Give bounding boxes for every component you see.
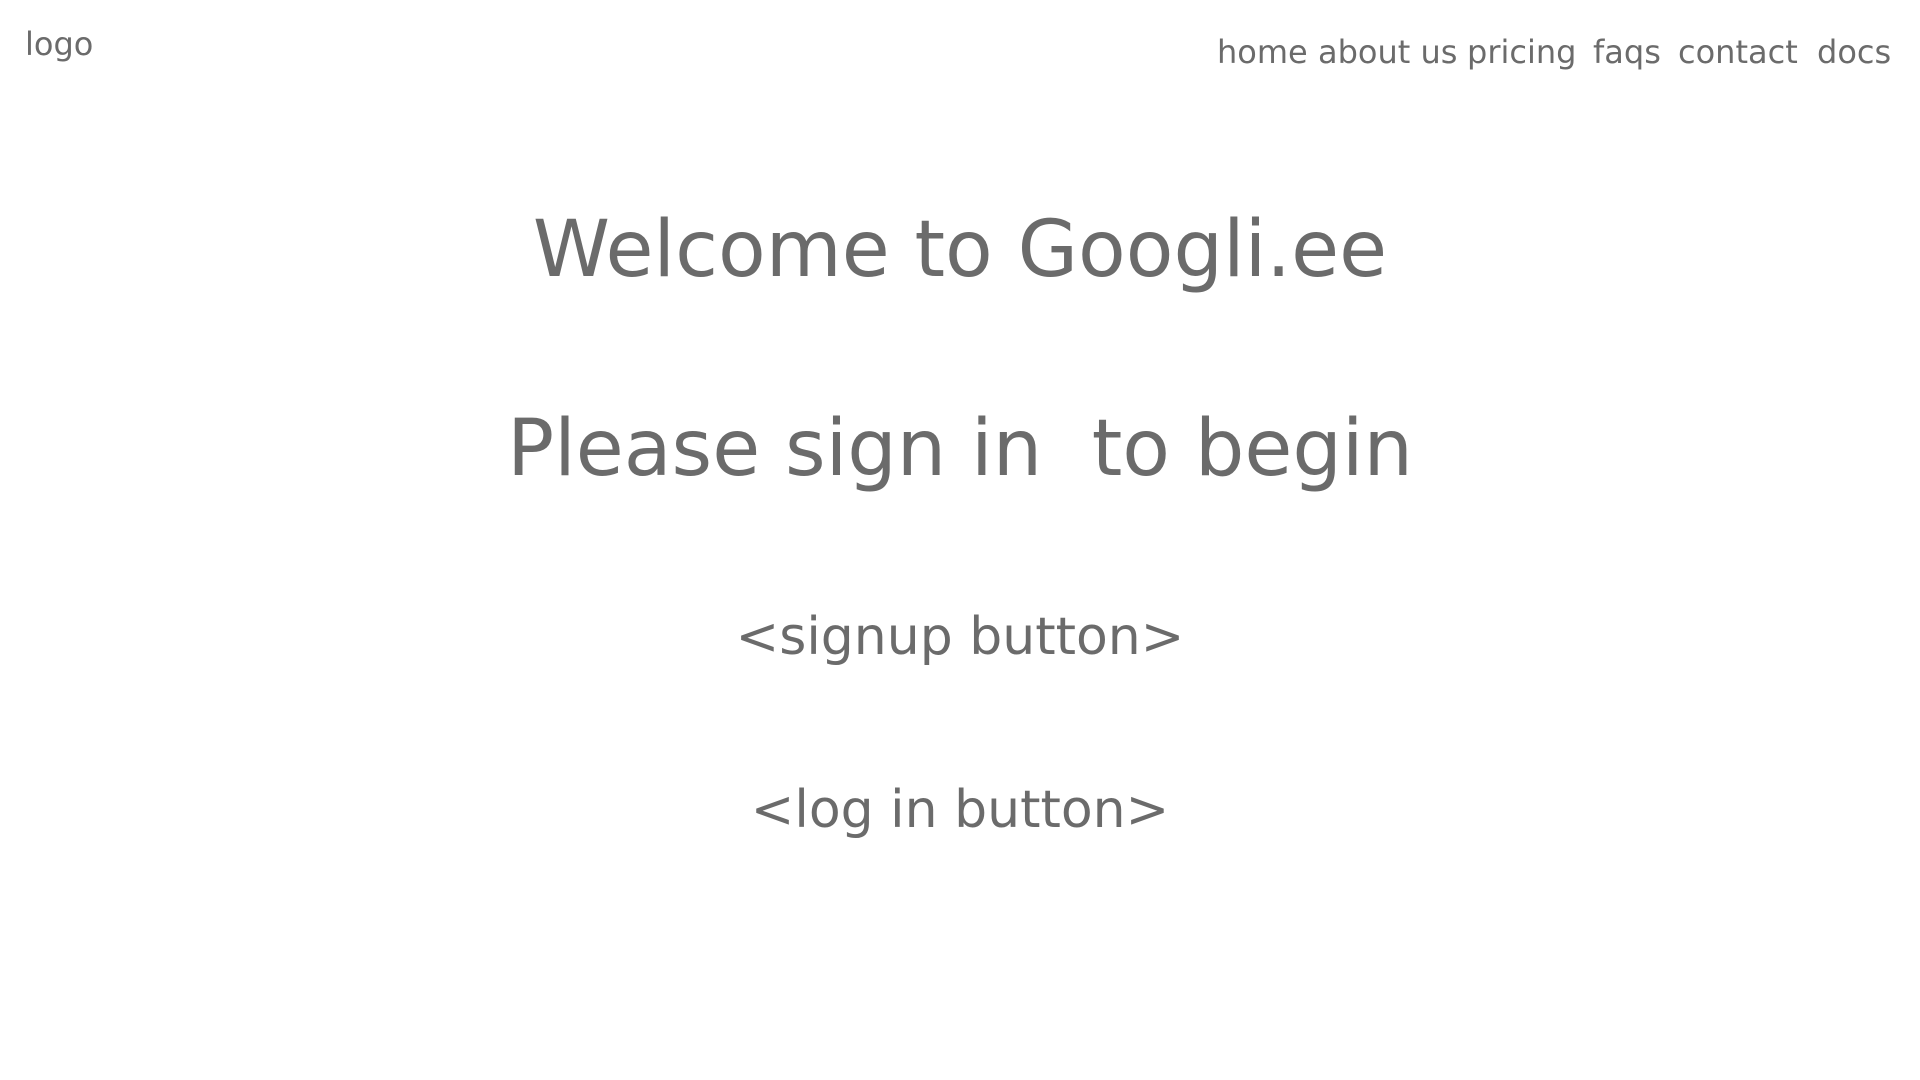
nav-item-contact[interactable]: contact (1678, 30, 1798, 74)
top-nav: home about us pricing faqs contact docs (0, 30, 1920, 74)
login-button[interactable]: <log in button> (0, 775, 1920, 845)
nav-item-about-us[interactable]: about us (1318, 30, 1457, 74)
nav-item-faqs[interactable]: faqs (1593, 30, 1661, 74)
nav-item-docs[interactable]: docs (1817, 30, 1891, 74)
nav-item-pricing[interactable]: pricing (1467, 30, 1576, 74)
signup-button[interactable]: <signup button> (0, 602, 1920, 672)
sign-in-prompt: Please sign in to begin (507, 404, 1413, 494)
nav-item-home[interactable]: home (1217, 30, 1308, 74)
welcome-heading: Welcome to Googli.ee (532, 205, 1388, 295)
